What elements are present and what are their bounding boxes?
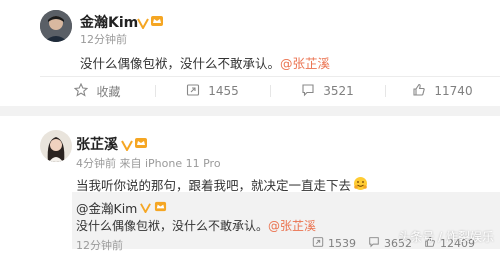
- avatar-zhang[interactable]: [40, 130, 72, 162]
- thumbs-up-icon: [412, 83, 426, 100]
- avatar-kim-image: [40, 10, 72, 42]
- post1-repost-button[interactable]: 1455: [155, 82, 270, 100]
- post1-repost-count: 1455: [208, 84, 239, 98]
- watermark: 头条号 / 炸裂娱乐: [398, 230, 494, 244]
- verified-v-icon: [121, 136, 133, 155]
- verified-v-icon: [137, 14, 149, 33]
- quoted-post-text: 没什么偶像包袱，没什么不敢承认。@张芷溪: [76, 217, 316, 234]
- quoted-post-author-line: @金瀚Kim: [76, 198, 167, 217]
- vip-crown-icon: [154, 198, 167, 217]
- post1-text-body: 没什么偶像包袱，没什么不敢承认。: [80, 56, 281, 71]
- verified-v-icon: [140, 198, 152, 217]
- post1-divider: [40, 76, 500, 77]
- post2-meta: 4分钟前 来自 iPhone 11 Pro: [76, 155, 221, 171]
- post1-like-count: 11740: [434, 84, 473, 98]
- post1-comment-button[interactable]: 3521: [270, 82, 385, 100]
- vip-crown-icon: [150, 13, 164, 32]
- post1-text: 没什么偶像包袱，没什么不敢承认。@张芷溪: [80, 53, 330, 72]
- quoted-post-text-body: 没什么偶像包袱，没什么不敢承认。: [76, 219, 269, 233]
- feed-separator: [0, 106, 500, 116]
- post1-like-button[interactable]: 11740: [385, 82, 500, 100]
- quoted-post-timestamp: 12分钟前: [76, 239, 123, 252]
- post1-comment-count: 3521: [323, 84, 354, 98]
- post1-favorite-label: 收藏: [96, 84, 121, 99]
- quoted-post-author[interactable]: @金瀚Kim: [76, 198, 137, 217]
- star-icon: [74, 82, 89, 100]
- avatar-zhang-image: [40, 130, 72, 162]
- post1-favorite-button[interactable]: 收藏: [40, 82, 155, 100]
- avatar-kim[interactable]: [40, 10, 72, 42]
- post1-action-bar: 收藏 1455 3521 11740: [40, 82, 500, 100]
- quoted-post-mention-link[interactable]: @张芷溪: [268, 219, 316, 233]
- post2-source: 来自 iPhone 11 Pro: [119, 157, 221, 170]
- comment-icon: [301, 83, 315, 100]
- post1-timestamp: 12分钟前: [80, 33, 127, 46]
- hug-emoji-icon: [353, 176, 368, 194]
- post1-mention-link[interactable]: @张芷溪: [280, 56, 330, 71]
- post2-timestamp: 4分钟前: [76, 157, 116, 170]
- post1-author[interactable]: 金瀚Kim: [80, 12, 138, 32]
- post2-author[interactable]: 张芷溪: [76, 134, 118, 154]
- quoted-repost-count: 1539: [328, 237, 356, 250]
- repost-icon: [186, 83, 200, 100]
- vip-crown-icon: [134, 135, 148, 154]
